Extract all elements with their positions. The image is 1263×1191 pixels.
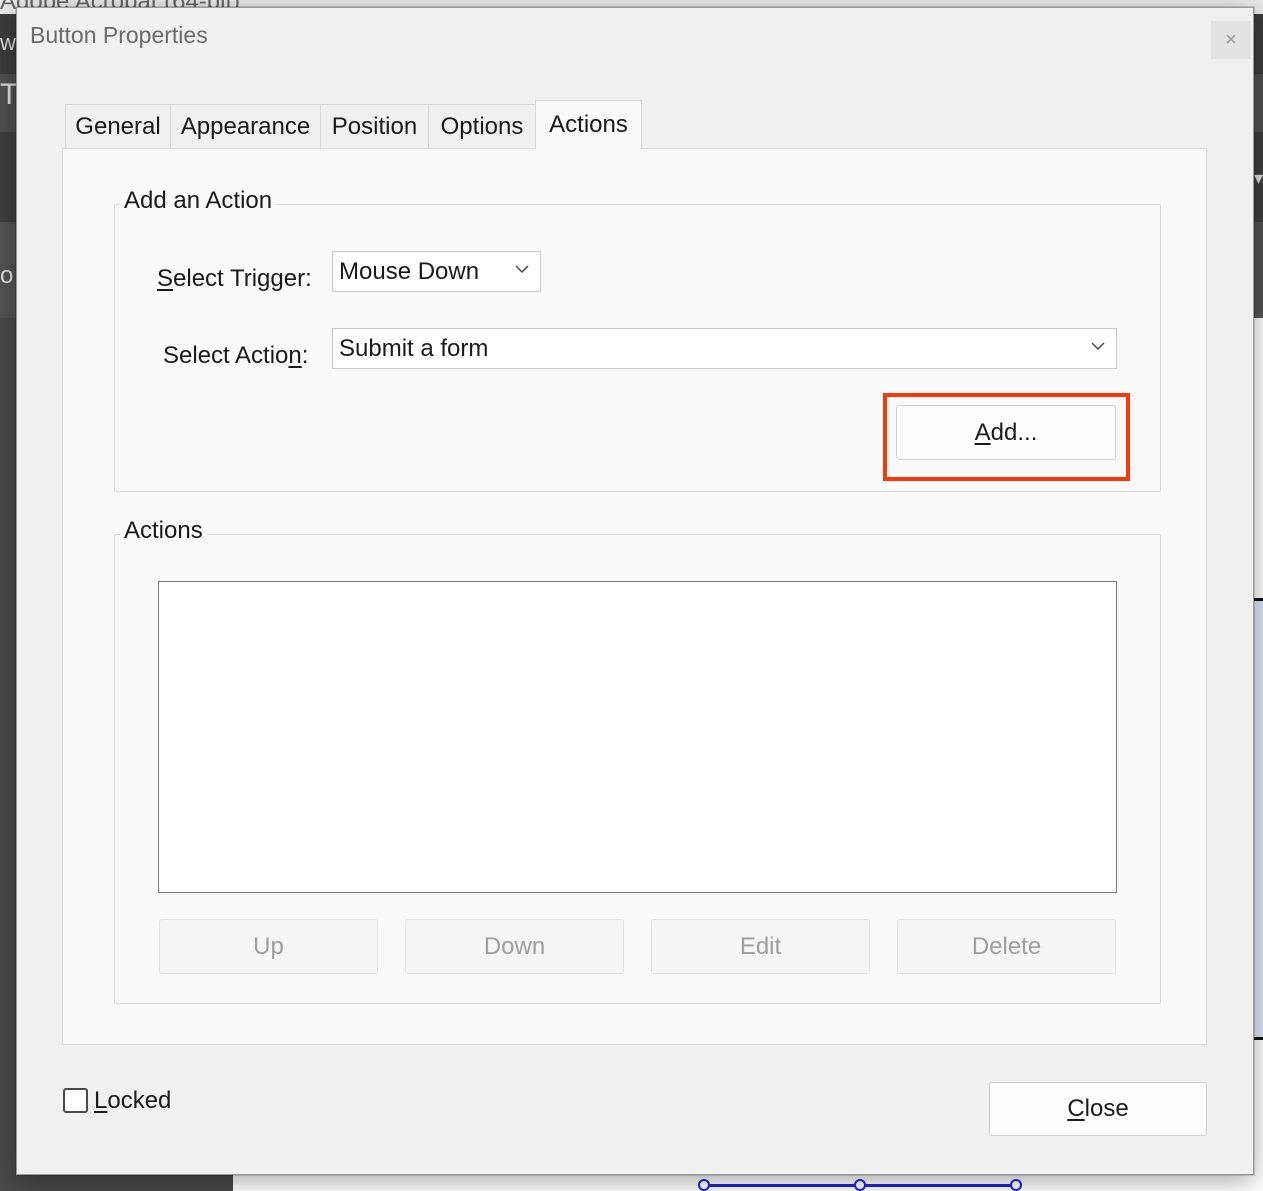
dialog-title: Button Properties [30, 22, 208, 48]
edit-action-button[interactable]: Edit [651, 919, 870, 974]
button-properties-dialog: Button Properties × General Appearance P… [16, 7, 1254, 1175]
background-chevron-icon: ▾ [1254, 168, 1263, 188]
button-text: lose [1084, 1095, 1129, 1122]
tab-appearance[interactable]: Appearance [170, 104, 321, 148]
mnemonic-key: A [974, 418, 991, 446]
move-up-button[interactable]: Up [159, 919, 378, 974]
group-title: Actions [120, 517, 207, 545]
chevron-down-icon [515, 265, 529, 273]
select-trigger-label: Select Trigger: [157, 265, 312, 293]
background-text-fragment: w [0, 30, 16, 55]
delete-action-button[interactable]: Delete [897, 919, 1116, 974]
locked-label[interactable]: Locked [94, 1087, 171, 1115]
chevron-down-icon [1091, 342, 1105, 350]
selection-handle[interactable] [854, 1179, 866, 1191]
label-text: : [301, 342, 309, 369]
label-text: Select Actio [163, 342, 289, 369]
tab-actions[interactable]: Actions [535, 100, 642, 149]
selection-handle[interactable] [698, 1179, 710, 1191]
close-button[interactable]: Close [989, 1082, 1207, 1136]
group-title: Add an Action [120, 187, 277, 215]
tab-general[interactable]: General [65, 104, 171, 148]
locked-checkbox[interactable] [63, 1088, 88, 1113]
select-action-label: Select Action: [163, 342, 308, 370]
actions-list[interactable] [158, 581, 1117, 893]
mnemonic-key: L [94, 1087, 108, 1114]
tab-options[interactable]: Options [428, 104, 536, 148]
background-side-panel [1254, 598, 1263, 1040]
selection-handle[interactable] [1010, 1179, 1022, 1191]
background-text-fragment: o [0, 262, 14, 289]
button-text: dd... [990, 418, 1038, 446]
tab-position[interactable]: Position [320, 104, 429, 148]
label-text: ocked [107, 1087, 172, 1114]
move-down-button[interactable]: Down [405, 919, 624, 974]
label-text: elect Trigger: [173, 265, 312, 292]
select-trigger-dropdown[interactable]: Mouse Down [332, 251, 541, 292]
mnemonic-key: n [288, 342, 302, 369]
mnemonic-key: S [157, 265, 174, 292]
add-action-button[interactable]: Add... [896, 405, 1116, 460]
close-icon[interactable]: × [1211, 21, 1251, 59]
selected-trigger-value: Mouse Down [339, 257, 480, 285]
select-action-dropdown[interactable]: Submit a form [332, 328, 1117, 369]
selected-action-value: Submit a form [339, 334, 489, 362]
mnemonic-key: C [1067, 1095, 1085, 1122]
